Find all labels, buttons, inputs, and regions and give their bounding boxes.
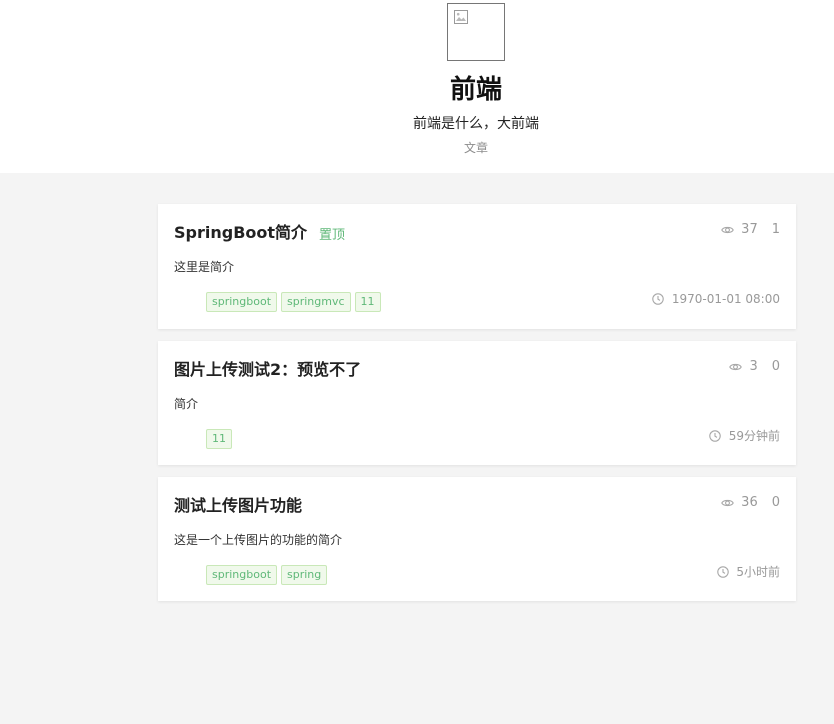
clock-icon (652, 293, 668, 308)
article-time: 5小时前 (716, 564, 780, 582)
tag[interactable]: 11 (354, 291, 381, 312)
article-stats: 36 0 (721, 495, 780, 511)
view-count: 37 (741, 222, 758, 237)
article-time: 1970-01-01 08:00 (652, 291, 780, 309)
article-stats: 30 (729, 359, 780, 375)
eye-icon (721, 224, 738, 239)
eye-icon (721, 497, 738, 512)
tag[interactable]: springboot (206, 291, 278, 312)
article-time-text: 59分钟前 (728, 429, 780, 443)
category-title: 前端 (449, 75, 502, 105)
view-count: 36 (741, 495, 758, 510)
category-header: 前端 前端是什么，大前端 文章 (0, 0, 834, 173)
article-card[interactable]: 测试上传图片功能 36 0 这是一个上传图片的功能的简介 springboot sp… (158, 477, 796, 601)
pinned-badge: 置顶 (319, 227, 346, 243)
article-summary: 这里是简介 (174, 260, 235, 274)
view-count: 3 (749, 359, 758, 374)
comment-count: 0 (771, 495, 780, 510)
broken-image-icon (454, 9, 468, 28)
article-summary: 简介 (174, 397, 199, 411)
clock-icon (716, 566, 733, 581)
category-subtitle: 文章 (463, 141, 488, 155)
eye-icon (729, 361, 746, 376)
comment-count: 1 (771, 222, 780, 237)
tag[interactable]: 11 (206, 428, 232, 449)
article-stats: 37 1 (721, 222, 780, 238)
category-description: 前端是什么，大前端 (413, 116, 539, 132)
article-title[interactable]: 测试上传图片功能 (174, 496, 302, 515)
tag[interactable]: springmvc (281, 291, 351, 312)
tag[interactable]: spring (281, 564, 328, 585)
article-card[interactable]: 图片上传测试2：预览不了 30 简介 11 59分钟前 (158, 341, 796, 465)
tag[interactable]: springboot (206, 564, 278, 585)
tag-list: springboot spring (206, 564, 331, 585)
article-card[interactable]: SpringBoot简介 置顶 37 1 这里是简介 springboot sprin… (158, 204, 796, 329)
article-time-text: 5小时前 (736, 565, 780, 579)
article-title[interactable]: 图片上传测试2：预览不了 (174, 360, 361, 379)
tag-list: 11 (206, 428, 236, 449)
comment-count: 0 (771, 359, 780, 374)
article-time-text: 1970-01-01 08:00 (671, 292, 780, 306)
article-time: 59分钟前 (709, 428, 780, 446)
clock-icon (709, 430, 725, 445)
article-summary: 这是一个上传图片的功能的简介 (174, 533, 343, 547)
category-cover-image (447, 3, 505, 61)
article-title[interactable]: SpringBoot简介 (174, 223, 307, 242)
tag-list: springboot springmvc 11 (206, 291, 385, 312)
